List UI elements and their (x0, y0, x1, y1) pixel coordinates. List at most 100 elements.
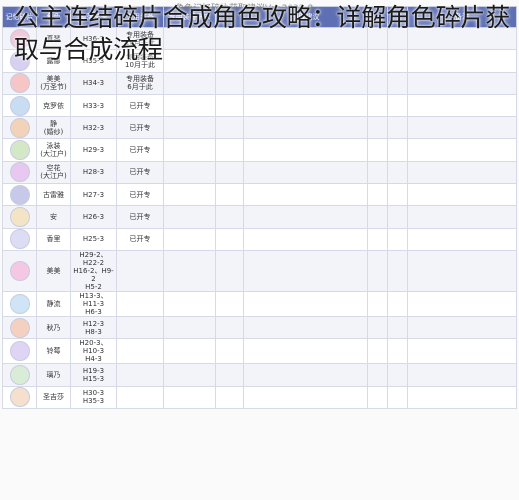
table-row[interactable]: 真琴 H36-3 专用装备 10月于此 (2, 26, 517, 51)
ue-need-cell (163, 290, 216, 317)
remarks (407, 315, 517, 340)
fragment-cell (2, 93, 37, 118)
table-row[interactable]: 美美 H29-2、H22-2 H16-2、H9-2 H5-2 (2, 249, 517, 292)
remarks (407, 363, 517, 387)
fragment-table: 记忆碎片 角色 掉落关卡 专用装备 专用装备需求 刷取建议 备注 真琴 H36-3… (2, 6, 517, 409)
remarks (407, 116, 517, 140)
spacer-cell (367, 363, 388, 387)
character-avatar (9, 260, 30, 281)
table-row[interactable]: 安 H26-3 已开专 (2, 205, 517, 229)
spacer-cell (387, 160, 408, 185)
table-row[interactable]: 璃乃 H19-3 H15-3 (2, 363, 517, 387)
fragment-cell (2, 160, 37, 185)
character-name: 露娜 (36, 49, 71, 73)
character-name: 静 (婚纱) (36, 116, 71, 140)
character-name: 泳装 (大江户) (36, 138, 71, 162)
farm-notes (243, 160, 368, 185)
remarks (407, 338, 517, 365)
remarks (407, 385, 517, 409)
remarks (407, 227, 517, 251)
remarks (407, 160, 517, 185)
header-cell: 角色 (36, 6, 71, 28)
fragment-cell (2, 385, 37, 409)
farm-recommendation (215, 183, 244, 207)
ue-need-cell (163, 93, 216, 118)
unique-equip-status: 专用装备 10月于此 (116, 49, 164, 73)
character-name: 安 (36, 205, 71, 229)
farm-notes (243, 227, 368, 251)
character-avatar (9, 28, 30, 49)
spacer-cell (367, 385, 388, 409)
spacer-cell (387, 385, 408, 409)
character-avatar (9, 73, 30, 94)
unique-equip-status (116, 363, 164, 387)
unique-equip-status: 已开专 (116, 93, 164, 118)
table-row[interactable]: 铃莓 H20-3、H10-3 H4-3 (2, 338, 517, 365)
remarks (407, 183, 517, 207)
character-avatar (9, 293, 30, 314)
farm-notes (243, 49, 368, 73)
character-name: 空花 (大江户) (36, 160, 71, 185)
fragment-cell (2, 315, 37, 340)
table-row[interactable]: 静流 H13-3、H11-3 H6-3 (2, 290, 517, 317)
spacer-cell (367, 227, 388, 251)
drop-stage: H13-3、H11-3 H6-3 (70, 290, 117, 317)
farm-notes (243, 315, 368, 340)
table-row[interactable]: 圣吉莎 H30-3 H35-3 (2, 385, 517, 409)
character-name: 美美 (万圣节) (36, 71, 71, 95)
ue-need-cell (163, 160, 216, 185)
farm-notes (243, 93, 368, 118)
ue-need-cell (163, 249, 216, 292)
character-avatar (9, 184, 30, 205)
farm-notes (243, 385, 368, 409)
remarks (407, 249, 517, 292)
fragment-cell (2, 49, 37, 73)
table-row[interactable]: 秋乃 H12-3 H8-3 (2, 315, 517, 340)
table-row[interactable]: 泳装 (大江户) H29-3 已开专 (2, 138, 517, 162)
farm-notes (243, 249, 368, 292)
table-row[interactable]: 美美 (万圣节) H34-3 专用装备 6月于此 (2, 71, 517, 95)
spacer-cell (367, 183, 388, 207)
drop-stage: H25-3 (70, 227, 117, 251)
character-name: 真琴 (36, 26, 71, 51)
remarks (407, 71, 517, 95)
table-row[interactable]: 空花 (大江户) H28-3 已开专 (2, 160, 517, 185)
remarks (407, 138, 517, 162)
table-row[interactable]: 克罗依 H33-3 已开专 (2, 93, 517, 118)
table-row[interactable]: 静 (婚纱) H32-3 已开专 (2, 116, 517, 140)
character-avatar (9, 387, 30, 408)
farm-recommendation (215, 160, 244, 185)
fragment-cell (2, 338, 37, 365)
screenshot-page: 角色记忆碎片获取建议Ver.2022.8 记忆碎片 角色 掉落关卡 专用装备 专… (0, 0, 519, 500)
unique-equip-status (116, 249, 164, 292)
farm-recommendation (215, 315, 244, 340)
drop-stage: H29-2、H22-2 H16-2、H9-2 H5-2 (70, 249, 117, 292)
fragment-cell (2, 290, 37, 317)
spacer-cell (387, 338, 408, 365)
spacer-cell (387, 116, 408, 140)
spacer-cell (387, 183, 408, 207)
farm-notes (243, 290, 368, 317)
farm-recommendation (215, 49, 244, 73)
character-name: 香里 (36, 227, 71, 251)
character-name: 铃莓 (36, 338, 71, 365)
unique-equip-status: 专用装备 6月于此 (116, 71, 164, 95)
drop-stage: H32-3 (70, 116, 117, 140)
fragment-cell (2, 138, 37, 162)
table-row[interactable]: 香里 H25-3 已开专 (2, 227, 517, 251)
table-row[interactable]: 古雷雅 H27-3 已开专 (2, 183, 517, 207)
unique-equip-status (116, 338, 164, 365)
header-cell (367, 6, 388, 28)
farm-notes (243, 205, 368, 229)
table-row[interactable]: 露娜 H35-3 专用装备 10月于此 (2, 49, 517, 73)
farm-notes (243, 338, 368, 365)
farm-notes (243, 183, 368, 207)
character-avatar (9, 317, 30, 338)
character-name: 古雷雅 (36, 183, 71, 207)
character-name: 秋乃 (36, 315, 71, 340)
character-avatar (9, 341, 30, 362)
farm-recommendation (215, 227, 244, 251)
spacer-cell (387, 138, 408, 162)
ue-need-cell (163, 338, 216, 365)
fragment-cell (2, 249, 37, 292)
